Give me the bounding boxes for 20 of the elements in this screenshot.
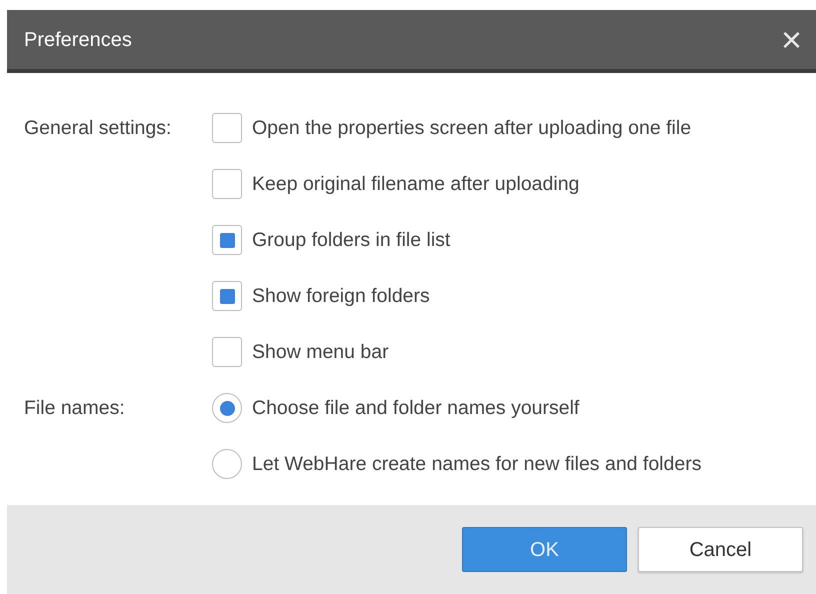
checkbox[interactable]: [212, 113, 242, 143]
ok-button[interactable]: OK: [462, 527, 627, 572]
group-label: File names:: [24, 396, 126, 421]
option-label: Keep original filename after uploading: [252, 172, 580, 197]
checkbox[interactable]: [212, 281, 242, 311]
window-title: Preferences: [24, 28, 132, 52]
option-label: Open the properties screen after uploading one file: [252, 116, 692, 141]
option-label: Let WebHare create names for new files and folders: [252, 452, 702, 477]
cancel-button[interactable]: Cancel: [638, 527, 803, 572]
radio-button[interactable]: [212, 393, 242, 423]
option-label: Show menu bar: [252, 340, 389, 365]
radio-button[interactable]: [212, 449, 242, 479]
option-label: Show foreign folders: [252, 284, 430, 309]
option-label: Choose file and folder names yourself: [252, 396, 580, 421]
checkbox[interactable]: [212, 169, 242, 199]
checkbox[interactable]: [212, 337, 242, 367]
close-button[interactable]: ×: [780, 22, 802, 58]
checkbox[interactable]: [212, 225, 242, 255]
option-label: Group folders in file list: [252, 228, 450, 253]
group-label: General settings:: [24, 116, 172, 141]
